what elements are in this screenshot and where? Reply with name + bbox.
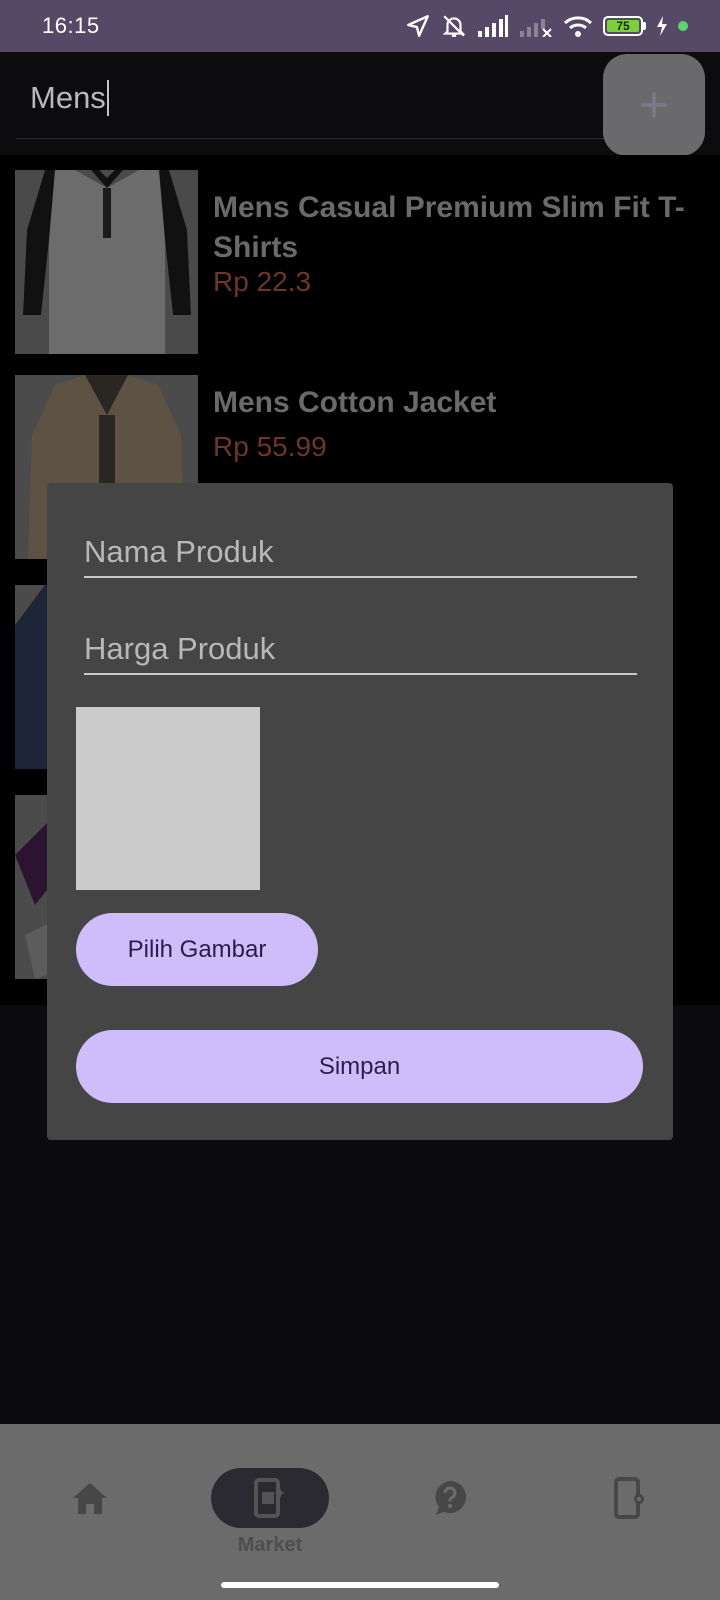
- product-price: Rp 55.99: [213, 431, 327, 462]
- bottom-navigation: Market: [0, 1424, 720, 1600]
- product-price-field[interactable]: [84, 625, 637, 673]
- nav-pill: [391, 1468, 509, 1528]
- product-price: Rp 22.3: [213, 266, 312, 297]
- search-underline: [16, 138, 604, 139]
- nav-pill: [31, 1468, 149, 1528]
- add-product-dialog: Pilih Gambar Simpan: [47, 483, 673, 1140]
- product-price-field-wrapper: [84, 625, 637, 675]
- battery-level: 75: [607, 19, 639, 33]
- product-name-field[interactable]: [84, 528, 637, 576]
- nav-item-settings[interactable]: [540, 1446, 720, 1556]
- location-arrow-icon: [407, 15, 429, 37]
- device-settings-icon: [614, 1477, 644, 1519]
- pick-image-button[interactable]: Pilih Gambar: [76, 913, 318, 986]
- battery-icon: 75: [603, 16, 646, 36]
- status-icons: 75: [405, 13, 688, 39]
- save-button[interactable]: Simpan: [76, 1030, 643, 1103]
- add-product-button[interactable]: [603, 54, 705, 156]
- charging-dot-icon: [678, 21, 688, 31]
- charging-bolt-icon: [657, 16, 667, 36]
- text-caret: [106, 80, 109, 116]
- image-preview: [76, 707, 260, 890]
- product-name: Mens Casual Premium Slim Fit T-Shirts: [213, 191, 685, 264]
- bell-off-icon: [442, 15, 466, 37]
- market-icon: [254, 1478, 286, 1518]
- product-image: [15, 170, 198, 354]
- gesture-home-bar[interactable]: [221, 1582, 499, 1588]
- status-bar: 16:15 75: [0, 0, 720, 52]
- nav-label-market: Market: [237, 1534, 303, 1556]
- nav-item-market[interactable]: Market: [180, 1446, 360, 1556]
- product-name-field-wrapper: [84, 528, 637, 578]
- nav-pill-active: [211, 1468, 329, 1528]
- search-input[interactable]: Mens: [30, 76, 590, 120]
- product-item[interactable]: Mens Casual Premium Slim Fit T-Shirts Rp…: [15, 170, 720, 354]
- product-name: Mens Cotton Jacket: [213, 386, 497, 419]
- signal-icon: [478, 15, 508, 37]
- nav-pill: [571, 1468, 689, 1528]
- wifi-icon: [563, 16, 593, 37]
- home-icon: [73, 1483, 107, 1514]
- nav-item-help[interactable]: [360, 1446, 540, 1556]
- nav-item-home[interactable]: [0, 1446, 180, 1556]
- help-icon: [435, 1480, 467, 1515]
- status-time: 16:15: [42, 13, 100, 38]
- signal-no-service-icon: [520, 19, 552, 37]
- search-input-value: Mens: [30, 80, 106, 115]
- plus-icon: [641, 92, 667, 118]
